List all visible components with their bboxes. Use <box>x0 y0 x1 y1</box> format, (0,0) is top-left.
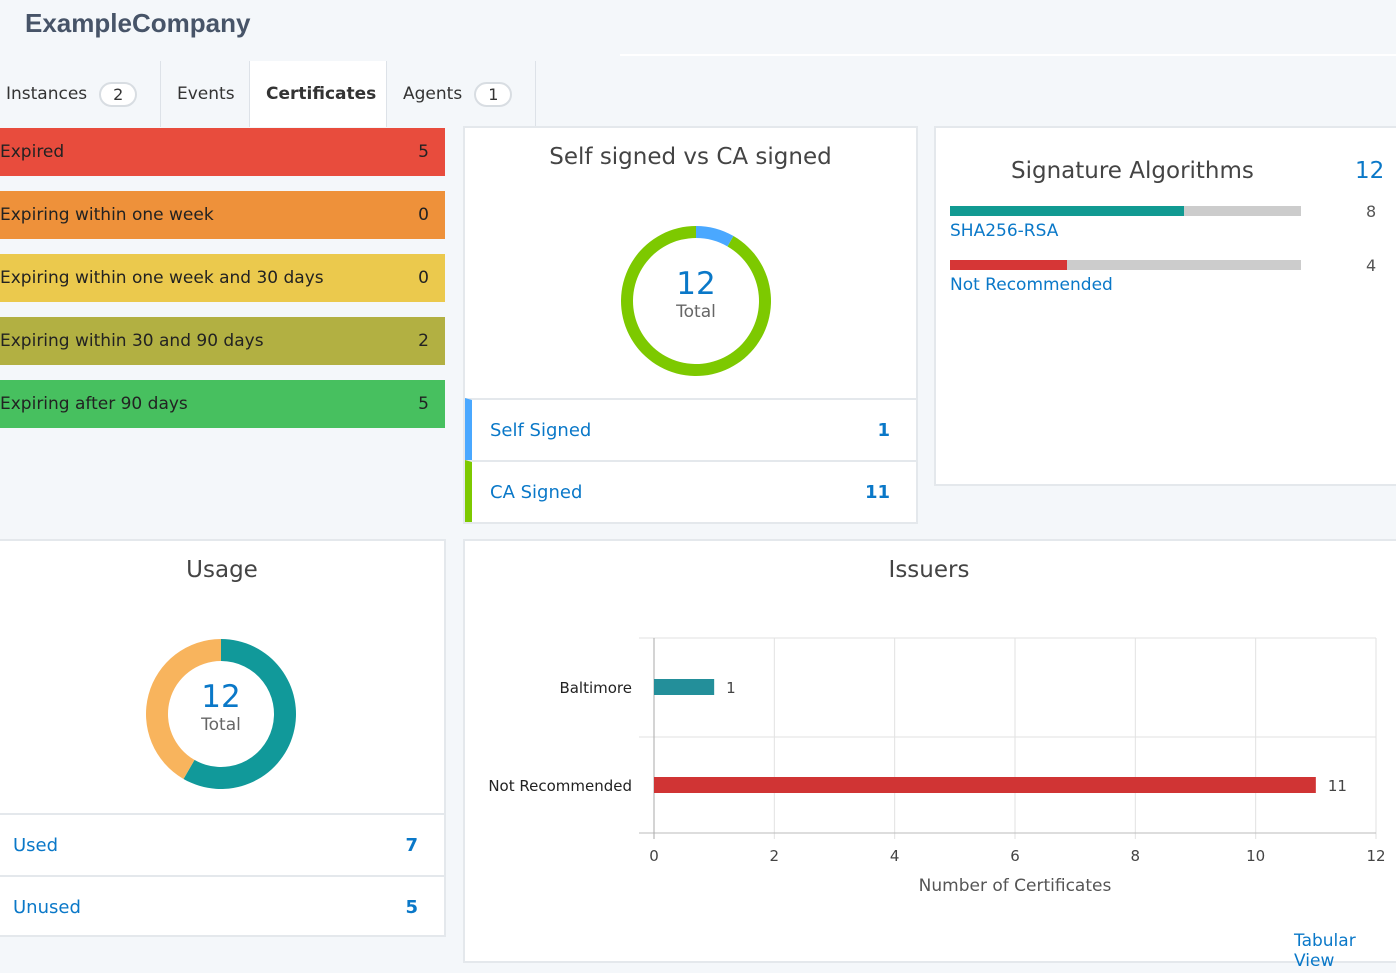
expiry-count: 0 <box>418 205 429 225</box>
row-value: 5 <box>405 896 418 918</box>
donut-total: 12 <box>201 679 240 715</box>
tab-label: Agents <box>403 84 463 104</box>
panel-title: Self signed vs CA signed <box>549 144 832 170</box>
tab-label: Certificates <box>266 84 377 104</box>
row-value: 11 <box>864 481 890 503</box>
expiry-filter-3[interactable]: Expiring within 30 and 90 days 2 <box>0 317 445 365</box>
x-tick-label: 10 <box>1246 847 1265 865</box>
algorithms-panel: Signature Algorithms 12 8 SHA256-RSA 4 N… <box>934 126 1396 486</box>
tab-certificates[interactable]: Certificates <box>250 61 387 127</box>
bar-value-label: 1 <box>726 679 736 697</box>
tab-label: Instances <box>6 84 88 104</box>
algorithm-count: 8 <box>1366 202 1377 221</box>
instances-count-badge: 2 <box>99 81 138 107</box>
used-row[interactable]: Used 7 <box>0 813 444 875</box>
algorithms-total: 12 <box>1355 158 1385 184</box>
expiry-count: 2 <box>418 331 429 351</box>
row-label: CA Signed <box>490 481 583 503</box>
company-title: ExampleCompany <box>25 8 251 38</box>
donut-total-label: Total <box>200 715 241 735</box>
usage-donut: 12 Total <box>146 639 296 789</box>
signed-donut: 12 Total <box>621 226 771 376</box>
expiry-label: Expired <box>0 142 65 162</box>
bar-value-label: 11 <box>1328 777 1347 795</box>
x-tick-label: 12 <box>1366 847 1385 865</box>
row-label: Unused <box>13 896 81 918</box>
expiry-filter-0[interactable]: Expired 5 <box>0 128 445 176</box>
expiry-label: Expiring within one week and 30 days <box>0 268 324 288</box>
issuers-panel: Issuers 0 2 4 6 8 10 12 Baltimore 1 Not Recommend… <box>463 539 1396 971</box>
algorithm-bar-track <box>950 206 1301 216</box>
algorithm-bar-track <box>950 260 1301 270</box>
issuers-chart: 0 2 4 6 8 10 12 Baltimore 1 Not Recommended 11 Numb… <box>488 637 1386 896</box>
expiry-label: Expiring within one week <box>0 205 214 225</box>
x-tick-label: 6 <box>1010 847 1020 865</box>
donut-total: 12 <box>676 266 715 302</box>
algorithm-link[interactable]: Not Recommended <box>950 275 1113 295</box>
bar[interactable] <box>654 777 1316 793</box>
x-tick-label: 4 <box>890 847 900 865</box>
expiry-filter-4[interactable]: Expiring after 90 days 5 <box>0 380 445 428</box>
ca-signed-row[interactable]: CA Signed 11 <box>465 460 916 522</box>
row-label: Self Signed <box>490 419 592 441</box>
expiry-count: 5 <box>418 142 429 162</box>
expiry-label: Expiring after 90 days <box>0 394 188 414</box>
tab-agents[interactable]: Agents 1 <box>387 61 536 127</box>
tab-events[interactable]: Events <box>161 61 250 127</box>
self-signed-row[interactable]: Self Signed 1 <box>465 398 916 460</box>
agents-count-badge: 1 <box>474 81 513 107</box>
x-axis-title: Number of Certificates <box>919 876 1112 896</box>
expiry-filter-1[interactable]: Expiring within one week 0 <box>0 191 445 239</box>
bar[interactable] <box>654 679 715 695</box>
algorithm-count: 4 <box>1366 256 1377 275</box>
row-value: 1 <box>877 419 890 441</box>
panel-title: Signature Algorithms <box>1011 158 1254 184</box>
expiry-count: 0 <box>418 268 429 288</box>
tab-label: Events <box>177 84 235 104</box>
x-tick-label: 0 <box>649 847 659 865</box>
header-divider <box>620 54 1396 56</box>
expiry-filter-2[interactable]: Expiring within one week and 30 days 0 <box>0 254 445 302</box>
tab-instances[interactable]: Instances 2 <box>0 61 161 127</box>
donut-total-label: Total <box>675 302 716 322</box>
expiry-label: Expiring within 30 and 90 days <box>0 331 264 351</box>
expiry-count: 5 <box>418 394 429 414</box>
row-value: 7 <box>405 834 418 856</box>
y-category-label: Not Recommended <box>488 777 632 795</box>
y-category-label: Baltimore <box>559 679 632 697</box>
donut-slice[interactable] <box>696 226 734 247</box>
usage-panel: Usage 12 Total Used 7 Unused 5 <box>0 539 446 937</box>
algorithm-bar-fill <box>950 206 1184 216</box>
algorithm-link[interactable]: SHA256-RSA <box>950 221 1058 241</box>
x-tick-label: 8 <box>1131 847 1141 865</box>
tabular-view-link[interactable]: Tabular View <box>1294 931 1396 971</box>
unused-row[interactable]: Unused 5 <box>0 875 444 937</box>
panel-title: Usage <box>186 557 258 583</box>
x-tick-label: 2 <box>770 847 780 865</box>
row-label: Used <box>13 834 59 856</box>
algorithm-bar-fill <box>950 260 1067 270</box>
signed-panel: Self signed vs CA signed 12 Total Self S… <box>463 126 918 524</box>
